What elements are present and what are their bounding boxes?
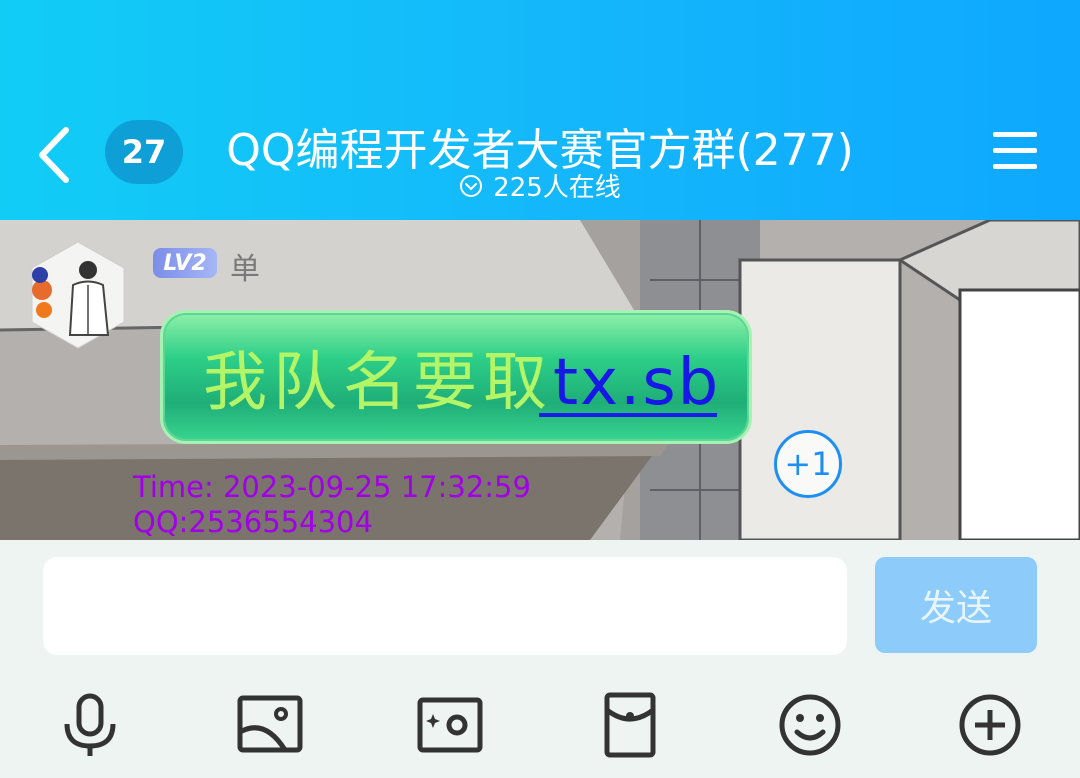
composer: 发送 — [0, 540, 1080, 778]
message-text-main: 我队名要取 — [203, 346, 553, 420]
online-count-text: 225人在线 — [493, 173, 621, 203]
image-icon[interactable] — [235, 690, 305, 760]
emoji-icon[interactable] — [775, 690, 845, 760]
level-badge: LV2 — [153, 248, 217, 278]
message-qq: QQ:2536554304 — [133, 505, 373, 539]
chat-area[interactable]: LV2 单 我队名要取tx.sb +1 Time: 2023-09-25 17:… — [0, 220, 1080, 540]
menu-button[interactable] — [993, 132, 1037, 172]
sender-name[interactable]: 单 — [230, 244, 260, 288]
menu-icon-line — [993, 148, 1037, 153]
message-bubble[interactable]: 我队名要取tx.sb — [160, 310, 752, 444]
sender-avatar[interactable] — [28, 240, 128, 350]
menu-icon-line — [993, 132, 1037, 137]
link-underline — [539, 413, 717, 417]
chat-header: 27 QQ编程开发者大赛官方群(277) 225人在线 — [0, 0, 1080, 220]
plus-one-button[interactable]: +1 — [774, 430, 842, 498]
send-button[interactable]: 发送 — [875, 557, 1037, 653]
message-text: 我队名要取tx.sb — [203, 331, 720, 423]
microphone-icon[interactable] — [55, 690, 125, 760]
menu-icon-line — [993, 164, 1037, 169]
message-link[interactable]: tx.sb — [553, 346, 720, 420]
chevron-down-circle-icon — [460, 174, 483, 197]
message-input[interactable] — [43, 557, 847, 655]
message-time: Time: 2023-09-25 17:32:59 — [133, 470, 531, 504]
plus-icon[interactable] — [955, 690, 1025, 760]
red-packet-icon[interactable] — [595, 690, 665, 760]
camera-icon[interactable] — [415, 690, 485, 760]
online-status[interactable]: 225人在线 — [0, 167, 1080, 204]
